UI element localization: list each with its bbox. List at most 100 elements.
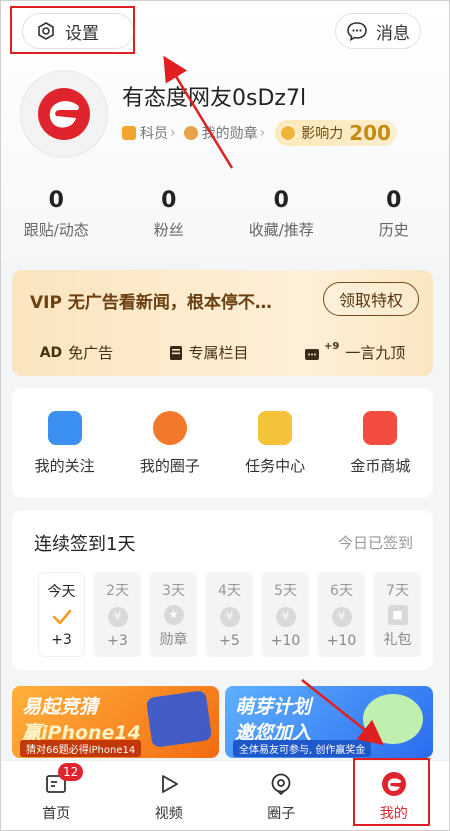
stat-value: 0: [161, 188, 177, 213]
chevron-right-icon: ›: [170, 125, 176, 141]
shortcut-coin-mall[interactable]: 金币商城: [335, 410, 425, 476]
checkin-day[interactable]: 4天 ¥ +5: [206, 572, 253, 657]
shortcut-label: 我的关注: [34, 456, 95, 475]
play-icon: [156, 771, 182, 797]
coin-icon: ¥: [219, 606, 240, 627]
checkin-day-label: 今天: [47, 584, 76, 600]
profile-meta-row: 科员 › 我的勋章 › 影响力 200: [122, 120, 397, 146]
checkin-reward: +10: [326, 633, 357, 649]
netease-logo-icon: [38, 88, 90, 140]
tab-label: 视频: [154, 806, 183, 822]
circle-pin-icon: [268, 771, 294, 797]
stat-label: 粉丝: [153, 221, 184, 239]
vip-title: VIP 无广告看新闻，根本停不…: [30, 293, 272, 313]
checkmark-icon: [52, 609, 71, 624]
checkin-reward: +10: [270, 633, 301, 649]
ad-icon: AD: [39, 344, 63, 361]
checkin-day-label: 5天: [274, 583, 297, 599]
stat-favorites[interactable]: 0 收藏/推荐: [225, 188, 338, 240]
chat-bubble-icon: [346, 20, 368, 42]
tab-video[interactable]: 视频: [113, 761, 226, 831]
influence-label: 影响力: [301, 126, 344, 142]
checkin-day-label: 4天: [218, 583, 241, 599]
checkin-day[interactable]: 今天 +3: [38, 572, 85, 657]
checkin-day[interactable]: 3天 ★ 勋章: [150, 572, 197, 657]
tab-label: 首页: [42, 806, 71, 822]
vip-card[interactable]: VIP 无广告看新闻，根本停不… 领取特权 AD 免广告 专属栏目 +9 一言九…: [12, 270, 433, 376]
claim-privilege-button[interactable]: 领取特权: [323, 282, 419, 316]
checkin-day[interactable]: 5天 ¥ +10: [262, 572, 309, 657]
chevron-right-icon: ›: [259, 125, 266, 141]
vip-feature-no-ads[interactable]: AD 免广告: [40, 342, 113, 363]
avatar[interactable]: [20, 70, 108, 158]
vip-feature-upvote[interactable]: +9 一言九顶: [304, 341, 405, 363]
coin-icon: ¥: [275, 606, 296, 627]
medal-tag[interactable]: 我的勋章 ›: [183, 123, 266, 143]
shortcut-label: 我的圈子: [139, 456, 200, 475]
phone-illustration: [145, 690, 213, 748]
checkin-title: 连续签到1天: [34, 534, 136, 555]
banner-line1: 萌芽计划: [235, 696, 312, 718]
stat-label: 收藏/推荐: [248, 221, 314, 239]
banner-line3: 猜对66题必得iPhone14: [20, 740, 142, 757]
stat-value: 0: [273, 188, 289, 213]
stat-value: 0: [48, 188, 64, 213]
stat-history[interactable]: 0 历史: [338, 188, 450, 240]
shortcut-following[interactable]: 我的关注: [20, 410, 110, 476]
circle-icon: [152, 410, 187, 445]
stats-row: 0 跟贴/动态 0 粉丝 0 收藏/推荐 0 历史: [0, 188, 450, 240]
checkin-reward: 礼包: [383, 632, 412, 648]
influence-score: 200: [349, 121, 391, 145]
shortcut-circles[interactable]: 我的圈子: [125, 410, 215, 476]
username[interactable]: 有态度网友0sDz7l: [122, 80, 306, 112]
influence-icon: [279, 124, 298, 142]
rank-icon: [122, 126, 136, 140]
influence-badge[interactable]: 影响力 200: [275, 120, 397, 146]
checkin-day-label: 6天: [330, 583, 353, 599]
messages-label: 消息: [376, 23, 410, 44]
shopping-bag-icon: [363, 410, 398, 445]
shortcuts-card: 我的关注 我的圈子 任务中心 金币商城: [12, 388, 433, 498]
shortcut-label: 金币商城: [350, 456, 411, 475]
checkin-card: 连续签到1天 今日已签到 今天 +3 2天 ¥ +3 3天 ★ 勋章 4天 ¥ …: [12, 510, 433, 670]
upvote-count: +9: [323, 341, 340, 352]
banner-sprout-plan[interactable]: 萌芽计划 邀您加入 全体易友可参与, 创作赢奖金: [225, 686, 433, 758]
checkin-reward: +3: [51, 632, 72, 648]
coin-icon: ¥: [331, 606, 352, 627]
vip-feature-column[interactable]: 专属栏目: [169, 342, 249, 363]
tab-home[interactable]: 12 首页: [0, 761, 113, 831]
checkin-day-label: 7天: [386, 583, 409, 599]
banner-line1: 易起竞猜: [22, 696, 99, 718]
vip-feature-label: 专属栏目: [188, 344, 249, 362]
rank-tag[interactable]: 科员 ›: [122, 123, 176, 143]
task-list-icon: [258, 410, 293, 445]
rank-label: 科员: [140, 126, 168, 142]
stat-fans[interactable]: 0 粉丝: [113, 188, 226, 240]
medal-icon: [183, 126, 198, 140]
chat-plus-icon: +9: [304, 341, 340, 362]
banner-quiz[interactable]: 易起竞猜 赢iPhone14 猜对66题必得iPhone14: [12, 686, 219, 758]
tab-circles[interactable]: 圈子: [225, 761, 338, 831]
messages-button[interactable]: 消息: [335, 13, 421, 49]
checkin-days: 今天 +3 2天 ¥ +3 3天 ★ 勋章 4天 ¥ +5 5天 ¥ +10 6…: [38, 572, 421, 657]
checkin-day-label: 2天: [106, 583, 129, 599]
highlight-me-tab-box: [353, 758, 430, 826]
checkin-day[interactable]: 2天 ¥ +3: [94, 572, 141, 657]
sprout-illustration: [363, 694, 423, 744]
stat-value: 0: [386, 188, 402, 213]
checkin-day[interactable]: 6天 ¥ +10: [318, 572, 365, 657]
stat-label: 历史: [378, 221, 409, 239]
checkin-status[interactable]: 今日已签到: [338, 532, 413, 553]
highlight-settings-box: [10, 6, 135, 54]
stat-label: 跟贴/动态: [23, 221, 89, 239]
stat-comments[interactable]: 0 跟贴/动态: [0, 188, 113, 240]
checkin-reward: 勋章: [159, 632, 188, 648]
checkin-day[interactable]: 7天 ■ 礼包: [374, 572, 421, 657]
checkin-day-label: 3天: [162, 583, 185, 599]
medal-icon: ★: [163, 604, 184, 625]
shortcut-tasks[interactable]: 任务中心: [230, 410, 320, 476]
banner-line3: 全体易友可参与, 创作赢奖金: [233, 740, 372, 757]
checkin-reward: +3: [107, 633, 128, 649]
tab-label: 圈子: [267, 806, 296, 822]
medal-label: 我的勋章: [201, 126, 258, 142]
